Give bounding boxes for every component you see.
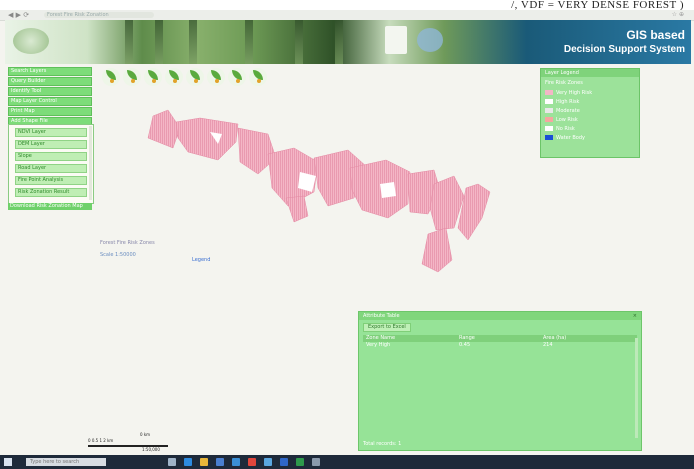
sidebar-item[interactable]: Query Builder (8, 77, 92, 86)
browser-nav-icons[interactable]: ◀ ▶ ⟳ (8, 11, 29, 19)
os-taskbar: Type here to search (0, 455, 694, 469)
legend-label: Water Body (556, 135, 585, 141)
submenu-item[interactable]: NDVI Layer (15, 128, 87, 137)
explorer-icon[interactable] (200, 458, 208, 466)
national-emblem-icon (385, 26, 407, 54)
legend-swatch (545, 135, 553, 140)
app-title-line1: GIS based (626, 28, 685, 42)
document-title-fragment: /, VDF = VERY DENSE FOREST ) (0, 0, 694, 10)
legend-label: High Risk (556, 99, 580, 105)
attribute-table-panel: Attribute Table × Export to Excel Zone N… (358, 311, 642, 451)
column-header[interactable]: Range (459, 335, 475, 342)
submenu-item[interactable]: DEM Layer (15, 140, 87, 149)
browser-menu-icon[interactable]: ☆ ⊕ (672, 11, 684, 18)
legend-item: No Risk (545, 125, 635, 133)
scale-label-mid: 0 0.5 1 2 km (88, 438, 114, 443)
legend-item: Water Body (545, 134, 635, 142)
app-title-line2: Decision Support System (563, 44, 685, 55)
edge-icon[interactable] (184, 458, 192, 466)
submenu-item[interactable]: Slope (15, 152, 87, 161)
taskbar-search-input[interactable]: Type here to search (26, 458, 106, 466)
layer-legend-panel: Layer Legend Fire Risk Zones Very High R… (540, 68, 640, 158)
legend-swatch (545, 90, 553, 95)
store-icon[interactable] (216, 458, 224, 466)
fire-risk-map[interactable] (118, 88, 518, 288)
risk-zone-polygon (349, 159, 411, 219)
record-count: Total records: 1 (363, 441, 402, 447)
photos-icon[interactable] (264, 458, 272, 466)
zoom-out-icon[interactable] (144, 68, 162, 86)
task-view-icon[interactable] (168, 458, 176, 466)
area-cell: 214 (543, 342, 553, 348)
app-banner: GIS based Decision Support System (5, 20, 691, 64)
windows-start-icon[interactable] (4, 458, 12, 466)
sidebar-item[interactable]: Search Layers (8, 67, 92, 76)
sidebar-item[interactable]: Map Layer Control (8, 97, 92, 106)
legend-header[interactable]: Layer Legend (541, 69, 639, 77)
legend-label: Moderate (556, 108, 580, 114)
submenu-item[interactable]: Fire Point Analysis (15, 176, 87, 185)
scale-label-bottom: 1:50,000 (142, 447, 160, 452)
pan-icon[interactable] (165, 68, 183, 86)
export-excel-button[interactable]: Export to Excel (363, 323, 411, 332)
previous-extent-icon[interactable] (207, 68, 225, 86)
column-header[interactable]: Area (ha) (543, 335, 566, 342)
zoom-in-icon[interactable] (123, 68, 141, 86)
table-scrollbar[interactable] (635, 338, 638, 438)
attribute-table-head: Zone Name Range Area (ha) (363, 335, 637, 342)
settings-icon[interactable] (312, 458, 320, 466)
risk-zone-polygon (147, 109, 181, 149)
risk-zone-polygon (429, 175, 465, 231)
submenu-item[interactable]: Road Layer (15, 164, 87, 173)
map-scale-text: Scale 1:50000 (100, 252, 136, 258)
legend-swatch (545, 99, 553, 104)
column-header[interactable]: Zone Name (366, 335, 395, 342)
legend-item: Low Risk (545, 116, 635, 124)
legend-swatch (545, 126, 553, 131)
submenu-scrollbar[interactable] (89, 126, 92, 200)
submenu-item[interactable]: Risk Zonation Result (15, 188, 87, 197)
info-icon[interactable] (249, 68, 267, 86)
risk-zone-polygon (285, 195, 309, 223)
legend-label: No Risk (556, 126, 575, 132)
risk-zone-polygon (175, 117, 239, 161)
table-row[interactable]: Very High 0.45 214 (363, 342, 637, 349)
risk-zone-polygon (421, 227, 453, 273)
map-caption: Forest Fire Risk Zones (100, 240, 155, 246)
word-icon[interactable] (280, 458, 288, 466)
legend-swatch (545, 108, 553, 113)
legend-item: Very High Risk (545, 89, 635, 97)
download-map-button[interactable]: Download Risk Zonation Map (8, 203, 92, 210)
chrome-icon[interactable] (248, 458, 256, 466)
legend-label: Low Risk (556, 117, 578, 123)
range-cell: 0.45 (459, 342, 471, 348)
next-extent-icon[interactable] (228, 68, 246, 86)
attribute-table-header[interactable]: Attribute Table × (359, 312, 641, 320)
excel-icon[interactable] (296, 458, 304, 466)
risk-zone-polygon (457, 183, 491, 241)
legend-swatch (545, 117, 553, 122)
legend-subtitle: Fire Risk Zones (545, 80, 583, 86)
legend-label: Very High Risk (556, 90, 593, 96)
map-scale-bar: 0 km 0 0.5 1 2 km 1:50,000 (88, 432, 168, 453)
map-legend-link[interactable]: Legend (192, 257, 210, 263)
full-extent-icon[interactable] (186, 68, 204, 86)
sidebar-item[interactable]: Print Map (8, 107, 92, 116)
analysis-submenu-panel: NDVI Layer DEM Layer Slope Road Layer Fire P… (8, 124, 94, 204)
legend-item: Moderate (545, 107, 635, 115)
attribute-table-title: Attribute Table (363, 313, 400, 319)
zone-cell: Very High (366, 342, 391, 348)
home-icon[interactable] (102, 68, 120, 86)
forest-logo-icon (13, 28, 49, 54)
close-icon[interactable]: × (633, 312, 637, 320)
sidebar-item[interactable]: Identify Tool (8, 87, 92, 96)
state-emblem-icon (417, 28, 443, 52)
browser-tab-label[interactable]: Forest Fire Risk Zonation (44, 12, 154, 18)
legend-item: High Risk (545, 98, 635, 106)
mail-icon[interactable] (232, 458, 240, 466)
